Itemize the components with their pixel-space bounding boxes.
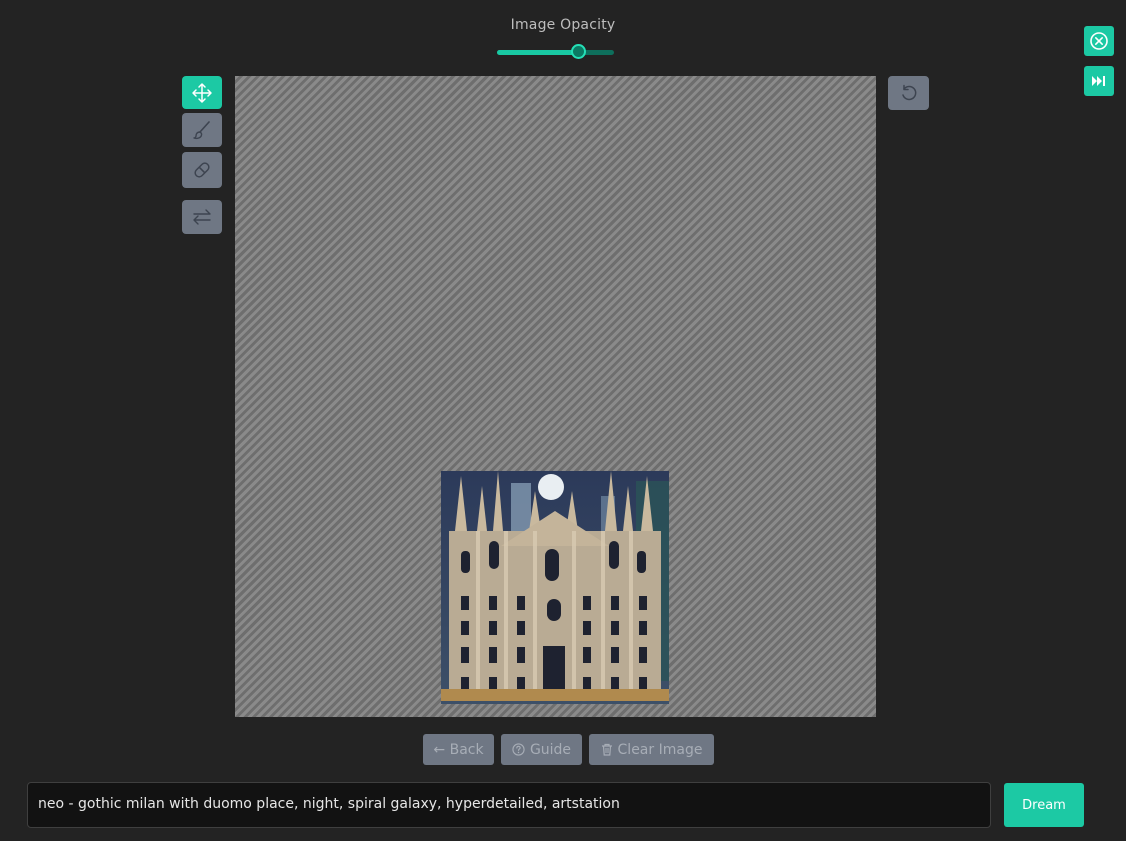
guide-label: Guide [529, 741, 572, 758]
back-button[interactable]: ← Back [423, 734, 494, 765]
eraser-tool-button[interactable] [182, 152, 222, 188]
move-arrows-icon [192, 82, 212, 103]
init-image[interactable] [441, 471, 669, 704]
fast-forward-icon [1092, 76, 1105, 86]
guide-button[interactable]: Guide [501, 734, 582, 765]
clear-image-button[interactable]: Clear Image [589, 734, 714, 765]
reset-button[interactable] [888, 76, 929, 110]
swap-button[interactable] [182, 200, 222, 234]
close-circle-icon [1090, 32, 1108, 50]
dream-button[interactable]: Dream [1004, 783, 1084, 827]
eraser-icon [194, 162, 210, 178]
swap-arrows-icon [193, 209, 211, 225]
move-tool-button[interactable] [182, 76, 222, 109]
brush-tool-button[interactable] [182, 113, 222, 147]
drawing-canvas[interactable] [235, 76, 876, 717]
rotate-ccw-icon [901, 84, 916, 101]
skip-button[interactable] [1084, 66, 1114, 96]
paint-brush-icon [193, 121, 210, 140]
help-circle-icon [512, 743, 525, 756]
clear-image-label: Clear Image [617, 741, 703, 758]
trash-icon [601, 743, 612, 756]
slider-thumb[interactable] [570, 44, 586, 59]
image-opacity-label: Image Opacity [510, 17, 616, 33]
slider-fill [497, 50, 579, 55]
close-button[interactable] [1084, 26, 1114, 56]
prompt-input[interactable]: neo - gothic milan with duomo place, nig… [27, 782, 991, 828]
back-label: ← Back [433, 741, 484, 758]
image-opacity-slider[interactable] [497, 44, 614, 60]
